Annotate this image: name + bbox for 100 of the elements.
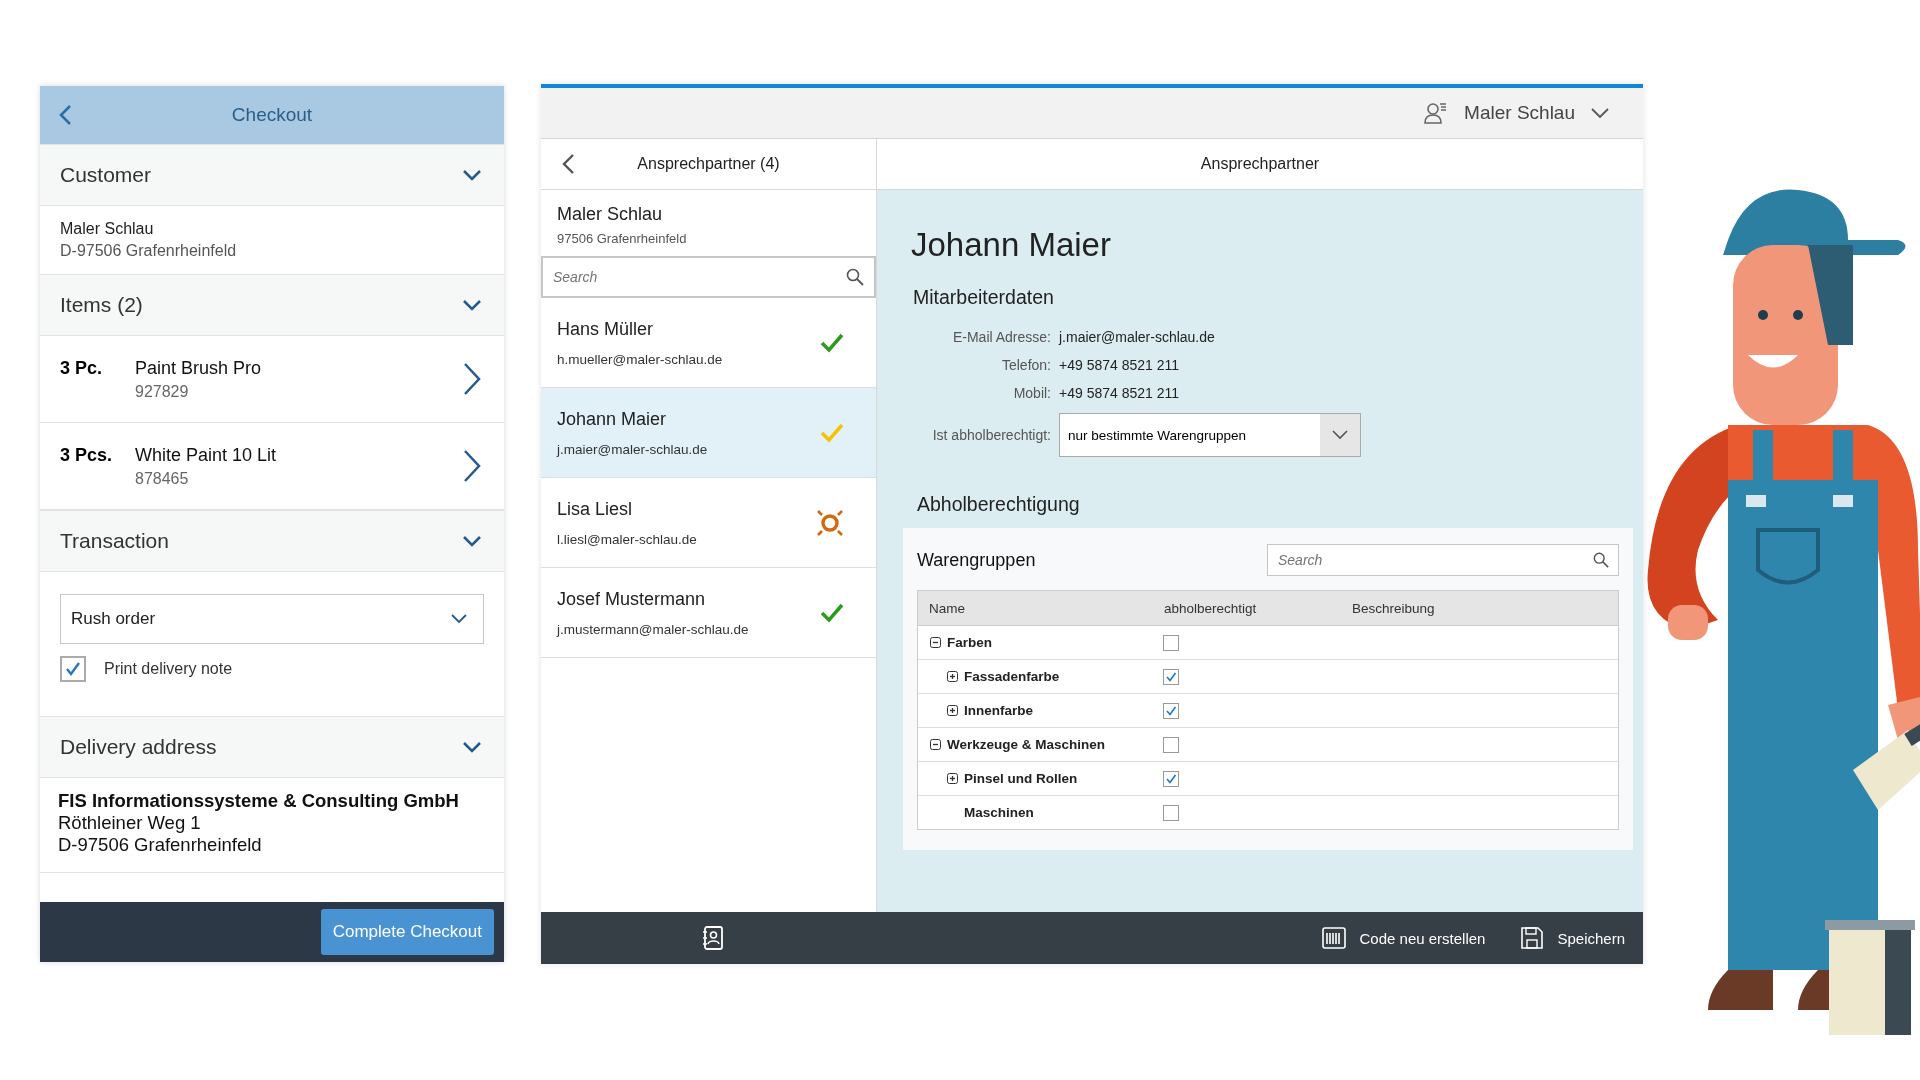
table-cell: Farben (947, 635, 992, 650)
checkbox[interactable] (1163, 770, 1179, 787)
item-number: 927829 (135, 382, 190, 401)
section-header[interactable]: Delivery address (40, 716, 504, 778)
contact-list-item[interactable]: Lisa Liesl l.liesl@maler-schlau.de (541, 478, 876, 568)
chevron-down-icon (462, 299, 482, 311)
checkbox[interactable] (1163, 804, 1179, 821)
contact-book-icon[interactable] (702, 926, 724, 950)
customer-address: D-97506 Grafenrheinfeld (60, 242, 238, 260)
chevron-down-icon (462, 741, 482, 753)
address-line: D-97506 Grafenrheinfeld (58, 834, 263, 856)
table-cell: Maschinen (964, 805, 1034, 820)
section-header[interactable]: Items (2) (40, 274, 504, 336)
list-title: Ansprechpartner (4) (637, 155, 780, 173)
table-cell: Werkzeuge & Maschinen (947, 737, 1106, 752)
save-button[interactable]: Speichern (1521, 927, 1625, 949)
save-icon (1521, 927, 1544, 949)
chevron-down-icon (462, 535, 482, 547)
chevron-down-icon (1591, 107, 1609, 119)
section-title: Abholberechtigung (917, 493, 1081, 516)
section-title: Mitarbeiterdaten (913, 286, 1055, 309)
table-row[interactable]: Farben (918, 626, 1618, 660)
field-label: Telefon: (1000, 357, 1051, 373)
barcode-icon (1321, 927, 1346, 949)
contact-list-item[interactable]: Josef Mustermann j.mustermann@maler-schlau.de (541, 568, 876, 658)
contact-list-item[interactable]: Johann Maier j.maier@maler-schlau.de (541, 388, 876, 478)
back-icon[interactable] (58, 104, 72, 126)
checkbox[interactable] (1163, 668, 1179, 685)
search-icon (846, 268, 864, 286)
table-title: Warengruppen (917, 549, 1036, 571)
chevron-right-icon (462, 362, 482, 396)
contact-name: Lisa Liesl (557, 498, 634, 520)
order-type-dropdown[interactable]: Rush order (60, 594, 484, 644)
section-title: Transaction (60, 529, 169, 553)
table-cell: Fassadenfarbe (964, 669, 1060, 684)
table-row[interactable]: Maschinen (918, 796, 1618, 829)
checkbox[interactable] (60, 656, 86, 682)
contact-email: j.mustermann@maler-schlau.de (557, 621, 749, 637)
checkbox[interactable] (1163, 702, 1179, 719)
contact-name: Hans Müller (557, 318, 655, 340)
table-row[interactable]: Pinsel und Rollen (918, 762, 1618, 796)
detail-title: Ansprechpartner (1200, 155, 1320, 173)
chevron-down-icon (1332, 430, 1348, 440)
chevron-down-icon (462, 169, 482, 181)
section-title: Delivery address (60, 735, 217, 759)
section-title: Items (2) (60, 293, 143, 317)
item-quantity: 3 Pc. (60, 358, 104, 379)
field-label: Mobil: (1012, 385, 1051, 401)
field-label: Ist abholberechtigt: (931, 427, 1051, 443)
customer-name: Maler Schlau (557, 204, 664, 225)
chevron-right-icon (462, 449, 482, 483)
column-header: Name (929, 600, 966, 616)
pickup-dropdown[interactable]: nur bestimmte Warengruppen (1059, 413, 1361, 457)
contact-email: h.mueller@maler-schlau.de (557, 351, 723, 367)
column-header: abholberechtigt (1164, 600, 1258, 616)
checkbox[interactable] (1163, 736, 1179, 753)
item-name: White Paint 10 Lit (135, 444, 278, 466)
chevron-down-icon (451, 614, 467, 624)
address-line: Röthleiner Weg 1 (58, 812, 202, 834)
expand-icon[interactable] (947, 773, 958, 784)
search-field[interactable]: Search (541, 256, 876, 298)
item-name: Paint Brush Pro (135, 357, 263, 379)
contact-list-item[interactable]: Hans Müller h.mueller@maler-schlau.de (541, 298, 876, 388)
table-row[interactable]: Innenfarbe (918, 694, 1618, 728)
checkbox-label: Print delivery note (104, 660, 233, 678)
table-cell: Innenfarbe (964, 703, 1033, 718)
section-header[interactable]: Customer (40, 144, 504, 206)
section-title: Customer (60, 163, 152, 187)
column-header: Beschreibung (1352, 600, 1436, 616)
search-icon (1593, 552, 1609, 568)
contact-email: l.liesl@maler-schlau.de (557, 531, 697, 547)
contact-name: Johann Maier (557, 408, 668, 430)
collapse-icon[interactable] (930, 637, 941, 648)
search-field[interactable]: Search (1267, 544, 1619, 576)
field-value: +49 5874 8521 211 (1059, 385, 1181, 401)
table-row[interactable]: Fassadenfarbe (918, 660, 1618, 694)
contact-email: j.maier@maler-schlau.de (557, 441, 708, 457)
table-cell: Pinsel und Rollen (964, 771, 1078, 786)
field-label: E-Mail Adresse: (951, 329, 1051, 345)
customer-address: 97506 Grafenrheinfeld (557, 231, 688, 246)
expand-icon[interactable] (947, 705, 958, 716)
expand-icon[interactable] (947, 671, 958, 682)
item-row[interactable]: 3 Pc. Paint Brush Pro 927829 (40, 336, 504, 423)
checkout-title: Checkout (231, 104, 313, 126)
user-icon (1424, 101, 1449, 125)
company-name: FIS Informationssysteme & Consulting GmbH (58, 790, 460, 812)
user-menu[interactable]: Maler Schlau (1424, 101, 1609, 125)
checkbox[interactable] (1163, 634, 1179, 651)
customer-name: Maler Schlau (60, 220, 155, 238)
collapse-icon[interactable] (930, 739, 941, 750)
contact-name: Josef Mustermann (557, 588, 707, 610)
field-value: j.maier@maler-schlau.de (1059, 329, 1216, 345)
contact-heading: Johann Maier (911, 226, 1112, 264)
field-value: +49 5874 8521 211 (1059, 357, 1181, 373)
section-header[interactable]: Transaction (40, 510, 504, 572)
regenerate-code-button[interactable]: Code neu erstellen (1321, 927, 1486, 949)
table-row[interactable]: Werkzeuge & Maschinen (918, 728, 1618, 762)
item-quantity: 3 Pcs. (60, 445, 114, 466)
item-number: 878465 (135, 469, 190, 488)
back-icon[interactable] (561, 153, 575, 175)
